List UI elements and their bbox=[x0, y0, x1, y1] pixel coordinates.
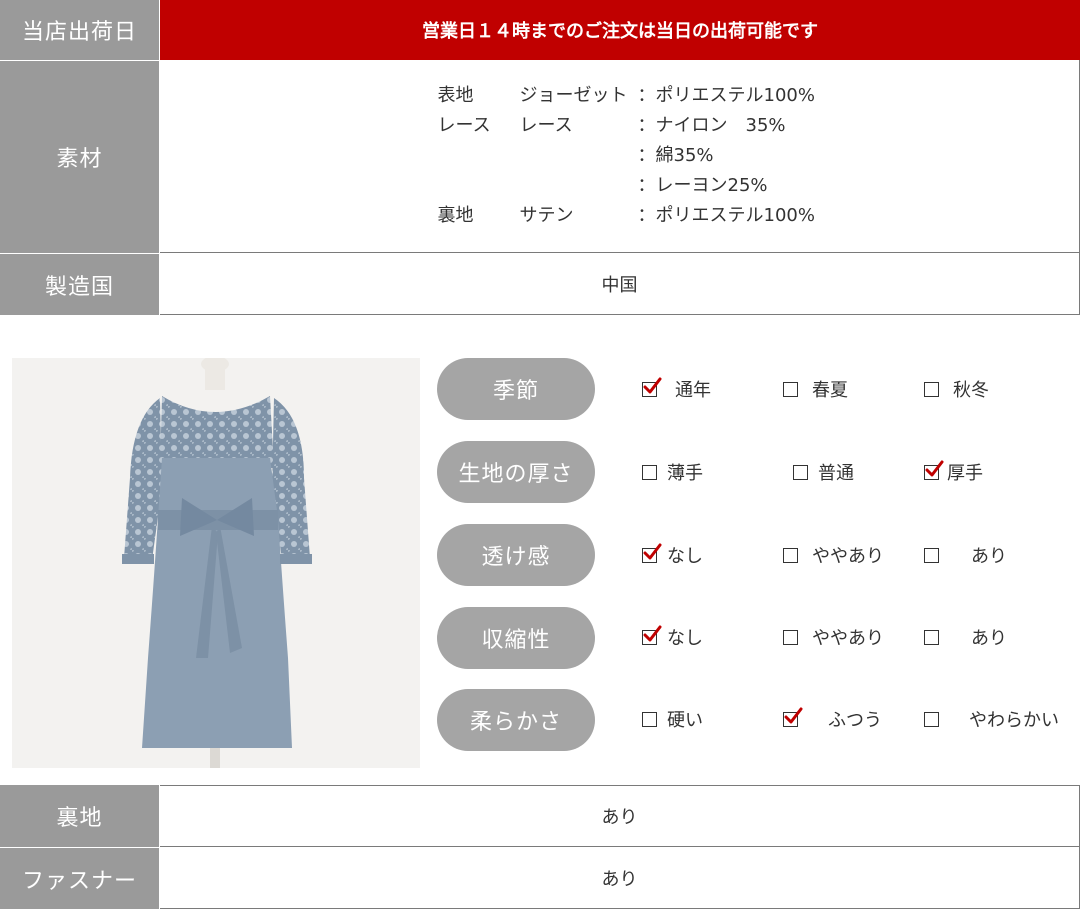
option-checkbox[interactable]: 硬い bbox=[642, 704, 703, 734]
material-part: レース bbox=[437, 115, 491, 136]
option-checkbox[interactable]: 春夏 bbox=[783, 374, 848, 404]
option-checkbox[interactable]: ややあり bbox=[783, 622, 884, 652]
material-value: 表地 ジョーゼット ：ポリエステル100% レース レース ：ナイロン 35% … bbox=[160, 60, 1080, 253]
option-label: 通年 bbox=[675, 380, 711, 401]
option-label: 薄手 bbox=[667, 463, 703, 484]
option-label: なし bbox=[667, 628, 703, 649]
material-composition: ：ポリエステル100% bbox=[637, 85, 815, 106]
check-mark-icon bbox=[643, 543, 662, 559]
checkbox-icon[interactable] bbox=[642, 625, 662, 645]
attribute-label-softness: 柔らかさ bbox=[437, 689, 595, 751]
material-grid: 表地 ジョーゼット ：ポリエステル100% レース レース ：ナイロン 35% … bbox=[438, 83, 838, 229]
material-fabric: サテン bbox=[519, 205, 574, 226]
zipper-row: ファスナー あり bbox=[0, 847, 1080, 909]
checkbox-icon[interactable] bbox=[642, 711, 657, 727]
checkbox-icon[interactable] bbox=[924, 381, 939, 397]
option-checkbox[interactable]: なし bbox=[642, 540, 703, 570]
material-fabric bbox=[520, 173, 638, 199]
option-label: あり bbox=[971, 546, 1007, 567]
option-label: 春夏 bbox=[812, 380, 848, 401]
attribute-label-stretch: 収縮性 bbox=[437, 607, 595, 669]
option-checkbox[interactable]: やわらかい bbox=[924, 704, 1059, 734]
option-checkbox[interactable]: 薄手 bbox=[642, 457, 703, 487]
shipping-value: 営業日１４時までのご注文は当日の出荷可能です bbox=[160, 0, 1080, 60]
option-label: 厚手 bbox=[947, 463, 983, 484]
option-label: ややあり bbox=[812, 546, 884, 567]
attribute-label-thickness: 生地の厚さ bbox=[437, 441, 595, 503]
checkbox-icon[interactable] bbox=[924, 629, 939, 645]
check-mark-icon bbox=[643, 377, 662, 393]
option-label: 秋冬 bbox=[953, 380, 989, 401]
option-checkbox[interactable]: 通年 bbox=[642, 374, 711, 404]
lining-value: あり bbox=[160, 785, 1080, 847]
material-part bbox=[438, 173, 520, 199]
option-checkbox[interactable]: あり bbox=[924, 540, 1007, 570]
check-mark-icon bbox=[643, 625, 662, 641]
option-checkbox[interactable]: 厚手 bbox=[924, 457, 983, 487]
option-checkbox[interactable]: あり bbox=[924, 622, 1007, 652]
option-checkbox[interactable]: 秋冬 bbox=[924, 374, 989, 404]
attribute-label-season: 季節 bbox=[437, 358, 595, 420]
option-label: ややあり bbox=[812, 628, 884, 649]
origin-value: 中国 bbox=[160, 253, 1080, 315]
material-composition: ：綿35% bbox=[637, 145, 714, 166]
origin-row: 製造国 中国 bbox=[0, 253, 1080, 315]
attribute-label-sheerness: 透け感 bbox=[437, 524, 595, 586]
checkbox-icon[interactable] bbox=[924, 547, 939, 563]
material-fabric: ジョーゼット bbox=[519, 85, 628, 106]
origin-label: 製造国 bbox=[0, 253, 160, 315]
shipping-row: 当店出荷日 営業日１４時までのご注文は当日の出荷可能です bbox=[0, 0, 1080, 60]
option-checkbox[interactable]: ふつう bbox=[783, 704, 882, 734]
option-checkbox[interactable]: 普通 bbox=[793, 457, 854, 487]
material-composition: ：レーヨン25% bbox=[637, 175, 768, 196]
checkbox-icon[interactable] bbox=[783, 707, 803, 727]
check-mark-icon bbox=[925, 460, 944, 476]
checkbox-icon[interactable] bbox=[783, 629, 798, 645]
checkbox-icon[interactable] bbox=[642, 543, 662, 563]
material-part bbox=[438, 143, 520, 169]
shipping-label: 当店出荷日 bbox=[0, 0, 160, 60]
option-label: やわらかい bbox=[969, 710, 1059, 731]
material-part: 裏地 bbox=[437, 205, 474, 226]
lining-row: 裏地 あり bbox=[0, 785, 1080, 847]
checkbox-icon[interactable] bbox=[642, 464, 657, 480]
material-part: 表地 bbox=[437, 85, 474, 106]
material-fabric: レース bbox=[519, 115, 573, 136]
product-photo bbox=[12, 358, 420, 768]
option-label: あり bbox=[971, 628, 1007, 649]
option-label: なし bbox=[667, 546, 703, 567]
checkbox-icon[interactable] bbox=[783, 381, 798, 397]
checkbox-icon[interactable] bbox=[924, 711, 939, 727]
zipper-label: ファスナー bbox=[0, 847, 160, 909]
material-fabric bbox=[520, 143, 638, 169]
dress-illustration bbox=[122, 358, 312, 768]
checkbox-icon[interactable] bbox=[642, 377, 662, 397]
material-composition: ：ナイロン 35% bbox=[637, 115, 786, 136]
material-row: 素材 表地 ジョーゼット ：ポリエステル100% レース レース ：ナイロン 3… bbox=[0, 60, 1080, 253]
option-checkbox[interactable]: ややあり bbox=[783, 540, 884, 570]
checkbox-icon[interactable] bbox=[793, 464, 808, 480]
lining-label: 裏地 bbox=[0, 785, 160, 847]
material-label: 素材 bbox=[0, 60, 160, 253]
option-label: ふつう bbox=[828, 710, 882, 731]
option-label: 普通 bbox=[818, 463, 854, 484]
checkbox-icon[interactable] bbox=[783, 547, 798, 563]
check-mark-icon bbox=[784, 707, 803, 723]
option-checkbox[interactable]: なし bbox=[642, 622, 703, 652]
material-composition: ：ポリエステル100% bbox=[637, 205, 815, 226]
zipper-value: あり bbox=[160, 847, 1080, 909]
checkbox-icon[interactable] bbox=[924, 460, 944, 480]
option-label: 硬い bbox=[667, 710, 703, 731]
